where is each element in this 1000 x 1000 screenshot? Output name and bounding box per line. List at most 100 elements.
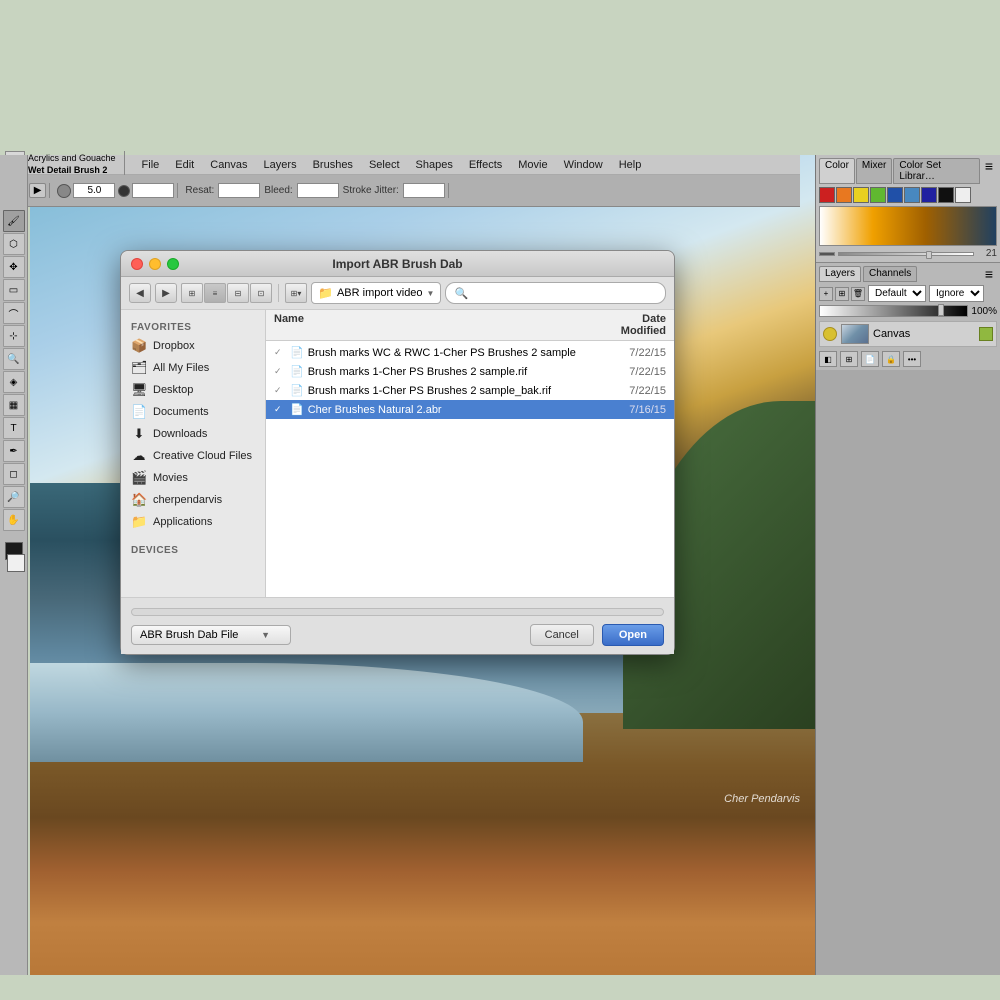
tool-eraser[interactable]: ⬡: [3, 233, 25, 255]
menu-movie[interactable]: Movie: [515, 158, 550, 172]
swatch-green[interactable]: [870, 187, 886, 203]
layer-color-indicator: [979, 327, 993, 341]
sidebar-item-documents[interactable]: 📄 Documents: [121, 401, 265, 423]
layer-visibility-icon[interactable]: [823, 327, 837, 341]
tool-zoom[interactable]: 🔎: [3, 486, 25, 508]
menu-help[interactable]: Help: [616, 158, 645, 172]
menu-select[interactable]: Select: [366, 158, 403, 172]
toolbar-nav-right[interactable]: ▶: [29, 183, 47, 198]
swatch-yellow[interactable]: [853, 187, 869, 203]
resat-input[interactable]: 100%: [218, 183, 260, 198]
view-column-btn[interactable]: ⊟: [227, 283, 249, 303]
swatch-black[interactable]: [938, 187, 954, 203]
view-cover-btn[interactable]: ⊡: [250, 283, 272, 303]
color-panel-menu[interactable]: ≡: [981, 158, 997, 184]
cancel-button[interactable]: Cancel: [530, 624, 594, 646]
swatch-white[interactable]: [955, 187, 971, 203]
tool-brush[interactable]: 🖌: [3, 210, 25, 232]
layer-btn-2[interactable]: ⊞: [840, 351, 858, 367]
file-row-0[interactable]: ✓ 📄 Brush marks WC & RWC 1-Cher PS Brush…: [266, 343, 674, 362]
layers-panel-menu[interactable]: ≡: [981, 266, 997, 282]
open-button[interactable]: Open: [602, 624, 664, 646]
sidebar-item-downloads[interactable]: ⬇ Downloads: [121, 423, 265, 445]
sidebar-item-movies[interactable]: 🎬 Movies: [121, 467, 265, 489]
saturation-slider[interactable]: [838, 252, 974, 256]
tool-select-lasso[interactable]: ⌒: [3, 302, 25, 324]
tab-color[interactable]: Color: [819, 158, 855, 184]
new-layer-btn[interactable]: +: [819, 287, 833, 301]
jitter-input[interactable]: 0.00: [403, 183, 445, 198]
brush-size-input[interactable]: [73, 183, 115, 198]
maximize-button[interactable]: [167, 258, 179, 270]
tool-eyedropper[interactable]: 🔍: [3, 348, 25, 370]
tool-crop[interactable]: ⊹: [3, 325, 25, 347]
file-row-2[interactable]: ✓ 📄 Brush marks 1-Cher PS Brushes 2 samp…: [266, 381, 674, 400]
preserve-select[interactable]: Ignore: [929, 285, 984, 302]
color-indicator[interactable]: [3, 542, 25, 572]
menu-canvas[interactable]: Canvas: [207, 158, 250, 172]
delete-layer-btn[interactable]: 🗑: [851, 287, 865, 301]
blend-mode-select[interactable]: Default: [868, 285, 926, 302]
swatch-red[interactable]: [819, 187, 835, 203]
sidebar: FAVORITES 📦 Dropbox 🗂 All My Files 🖥 Des…: [121, 310, 266, 597]
swatch-light-blue[interactable]: [904, 187, 920, 203]
tab-layers[interactable]: Layers: [819, 266, 861, 282]
file-type-dropdown[interactable]: ABR Brush Dab File ▼: [131, 625, 291, 645]
sidebar-label-all-files: All My Files: [153, 362, 209, 374]
bleed-input[interactable]: 0%: [297, 183, 339, 198]
tab-channels[interactable]: Channels: [863, 266, 917, 282]
menu-brushes[interactable]: Brushes: [310, 158, 356, 172]
opacity-input[interactable]: 100%: [132, 183, 174, 198]
close-button[interactable]: [131, 258, 143, 270]
sidebar-item-all-files[interactable]: 🗂 All My Files: [121, 357, 265, 379]
tool-hand[interactable]: ✋: [3, 509, 25, 531]
tool-paint-bucket[interactable]: ◈: [3, 371, 25, 393]
menu-file[interactable]: File: [139, 158, 163, 172]
minimize-button[interactable]: [149, 258, 161, 270]
menu-shapes[interactable]: Shapes: [413, 158, 456, 172]
tool-shape[interactable]: ◻: [3, 463, 25, 485]
swatch-blue[interactable]: [887, 187, 903, 203]
search-icon: 🔍: [454, 287, 468, 300]
swatch-dark-blue[interactable]: [921, 187, 937, 203]
view-icon-btn[interactable]: ⊞: [181, 283, 203, 303]
sidebar-item-desktop[interactable]: 🖥 Desktop: [121, 379, 265, 401]
nav-back-btn[interactable]: ◀: [129, 283, 151, 303]
sidebar-item-home[interactable]: 🏠 cherpendarvis: [121, 489, 265, 511]
sidebar-item-dropbox[interactable]: 📦 Dropbox: [121, 335, 265, 357]
menu-window[interactable]: Window: [561, 158, 606, 172]
background-color[interactable]: [7, 554, 25, 572]
layer-row-canvas[interactable]: Canvas: [819, 321, 997, 347]
file-row-3[interactable]: ✓ 📄 Cher Brushes Natural 2.abr 7/16/15: [266, 400, 674, 419]
file-name-3: Cher Brushes Natural 2.abr: [308, 404, 607, 416]
view-arrange-btn[interactable]: ⊞▾: [285, 283, 307, 303]
menu-edit[interactable]: Edit: [172, 158, 197, 172]
color-gradient[interactable]: [819, 206, 997, 246]
menu-layers[interactable]: Layers: [261, 158, 300, 172]
tab-mixer[interactable]: Mixer: [856, 158, 892, 184]
sidebar-item-applications[interactable]: 📁 Applications: [121, 511, 265, 533]
tool-select-rect[interactable]: ▭: [3, 279, 25, 301]
tab-color-set[interactable]: Color Set Librar…: [893, 158, 979, 184]
sidebar-item-creative-cloud[interactable]: ☁ Creative Cloud Files: [121, 445, 265, 467]
layer-btn-5[interactable]: •••: [903, 351, 921, 367]
dialog-titlebar: Import ABR Brush Dab: [121, 251, 674, 277]
layer-btn-3[interactable]: 📄: [861, 351, 879, 367]
view-list-btn[interactable]: ≡: [204, 283, 226, 303]
file-row-1[interactable]: ✓ 📄 Brush marks 1-Cher PS Brushes 2 samp…: [266, 362, 674, 381]
layer-btn-1[interactable]: ◧: [819, 351, 837, 367]
nav-forward-btn[interactable]: ▶: [155, 283, 177, 303]
opacity-slider[interactable]: [819, 305, 968, 317]
menu-effects[interactable]: Effects: [466, 158, 505, 172]
location-dropdown[interactable]: 📁 ABR import video ▼: [311, 282, 441, 304]
tool-gradient[interactable]: ▦: [3, 394, 25, 416]
tool-text[interactable]: T: [3, 417, 25, 439]
group-layer-btn[interactable]: ⊞: [835, 287, 849, 301]
scroll-bar[interactable]: [131, 608, 664, 616]
tool-move[interactable]: ✥: [3, 256, 25, 278]
swatch-orange[interactable]: [836, 187, 852, 203]
layer-btn-4[interactable]: 🔒: [882, 351, 900, 367]
tool-pen[interactable]: ✒: [3, 440, 25, 462]
search-box[interactable]: 🔍: [445, 282, 666, 304]
search-input[interactable]: [472, 287, 657, 299]
